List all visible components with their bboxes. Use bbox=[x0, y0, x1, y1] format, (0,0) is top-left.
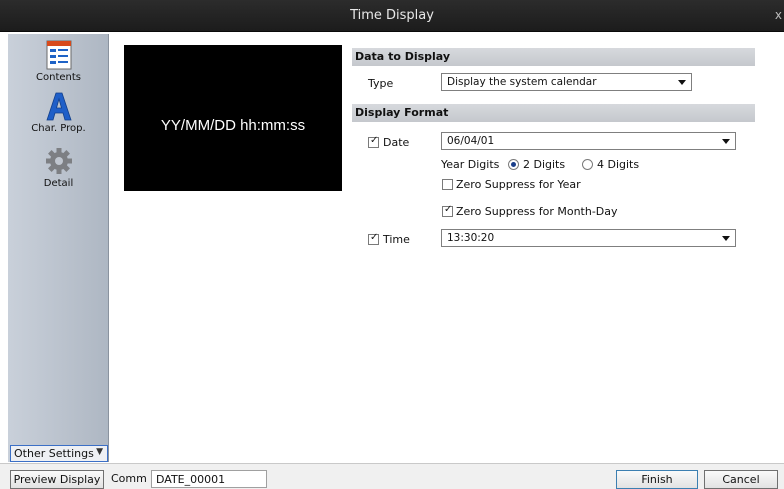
zero-suppress-month-day-checkbox[interactable] bbox=[442, 204, 453, 217]
chevron-down-icon bbox=[678, 80, 686, 85]
time-checkbox[interactable] bbox=[368, 232, 379, 245]
year-2-digits-radio[interactable] bbox=[508, 159, 519, 170]
bottom-bar: Preview Display Comm DATE_00001 Finish C… bbox=[0, 463, 784, 489]
date-label: Date bbox=[383, 136, 410, 149]
type-select[interactable]: Display the system calendar bbox=[441, 73, 692, 91]
chevron-down-icon bbox=[722, 139, 730, 144]
type-label: Type bbox=[368, 77, 394, 90]
contents-icon bbox=[46, 40, 71, 70]
zero-suppress-year-checkbox[interactable] bbox=[442, 179, 453, 190]
sidebar: Contents Char. Prop. Detail bbox=[8, 34, 109, 462]
year-digits-label: Year Digits bbox=[441, 158, 500, 171]
other-settings-dropdown[interactable]: Other Settings ▼ bbox=[10, 445, 108, 462]
time-label: Time bbox=[383, 233, 410, 246]
section-display-format: Display Format bbox=[352, 104, 755, 122]
year-2-digits-label: 2 Digits bbox=[523, 158, 566, 171]
year-4-digits-radio[interactable] bbox=[582, 159, 593, 170]
other-settings-label: Other Settings bbox=[14, 447, 94, 460]
time-format-value: 13:30:20 bbox=[447, 232, 495, 244]
year-4-digits-label: 4 Digits bbox=[597, 158, 640, 171]
window-title: Time Display bbox=[350, 8, 434, 23]
preview-display-button[interactable]: Preview Display bbox=[10, 470, 104, 489]
zero-suppress-month-day-label: Zero Suppress for Month-Day bbox=[456, 205, 618, 218]
char-prop-icon bbox=[45, 92, 72, 121]
date-checkbox[interactable] bbox=[368, 135, 379, 148]
sidebar-item-detail[interactable]: Detail bbox=[8, 146, 109, 189]
time-format-select[interactable]: 13:30:20 bbox=[441, 229, 736, 247]
comm-input[interactable]: DATE_00001 bbox=[151, 470, 267, 488]
sidebar-item-label: Detail bbox=[43, 178, 74, 189]
gear-icon bbox=[45, 148, 72, 174]
sidebar-item-label: Contents bbox=[36, 72, 81, 83]
close-icon[interactable]: x bbox=[775, 8, 782, 22]
chevron-down-icon bbox=[722, 236, 730, 241]
date-format-value: 06/04/01 bbox=[447, 135, 495, 147]
comm-label: Comm bbox=[111, 472, 147, 485]
finish-button[interactable]: Finish bbox=[616, 470, 698, 489]
date-format-select[interactable]: 06/04/01 bbox=[441, 132, 736, 150]
sidebar-item-label: Char. Prop. bbox=[31, 123, 86, 134]
section-data-to-display: Data to Display bbox=[352, 48, 755, 66]
sidebar-item-char-prop[interactable]: Char. Prop. bbox=[8, 91, 109, 134]
preview-format-text: YY/MM/DD hh:mm:ss bbox=[160, 117, 306, 134]
type-select-value: Display the system calendar bbox=[447, 76, 597, 88]
time-display-preview: YY/MM/DD hh:mm:ss bbox=[124, 45, 342, 191]
chevron-down-icon: ▼ bbox=[96, 447, 103, 457]
title-bar: Time Display x bbox=[0, 0, 784, 32]
sidebar-item-contents[interactable]: Contents bbox=[8, 40, 109, 83]
zero-suppress-year-label: Zero Suppress for Year bbox=[456, 178, 581, 191]
cancel-button[interactable]: Cancel bbox=[704, 470, 778, 489]
